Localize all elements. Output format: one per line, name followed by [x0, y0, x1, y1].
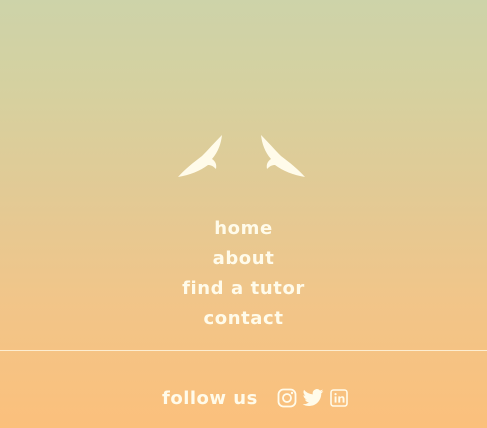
nav-link-find-a-tutor[interactable]: find a tutor: [182, 274, 305, 304]
follow-us-label: follow us: [162, 387, 258, 409]
footer-divider: [0, 350, 487, 351]
nav-link-home[interactable]: home: [214, 214, 273, 244]
linkedin-icon: [330, 389, 348, 407]
twitter-icon: [302, 389, 324, 407]
logo[interactable]: [176, 134, 307, 179]
instagram-link[interactable]: [274, 385, 300, 411]
follow-us-section: follow us: [162, 384, 352, 412]
linkedin-link[interactable]: [326, 385, 352, 411]
twitter-link[interactable]: [300, 385, 326, 411]
main-nav: home about find a tutor contact: [0, 214, 487, 334]
instagram-icon: [277, 388, 297, 408]
nav-link-contact[interactable]: contact: [203, 304, 283, 334]
nav-link-about[interactable]: about: [213, 244, 275, 274]
two-birds-icon: [178, 135, 305, 177]
